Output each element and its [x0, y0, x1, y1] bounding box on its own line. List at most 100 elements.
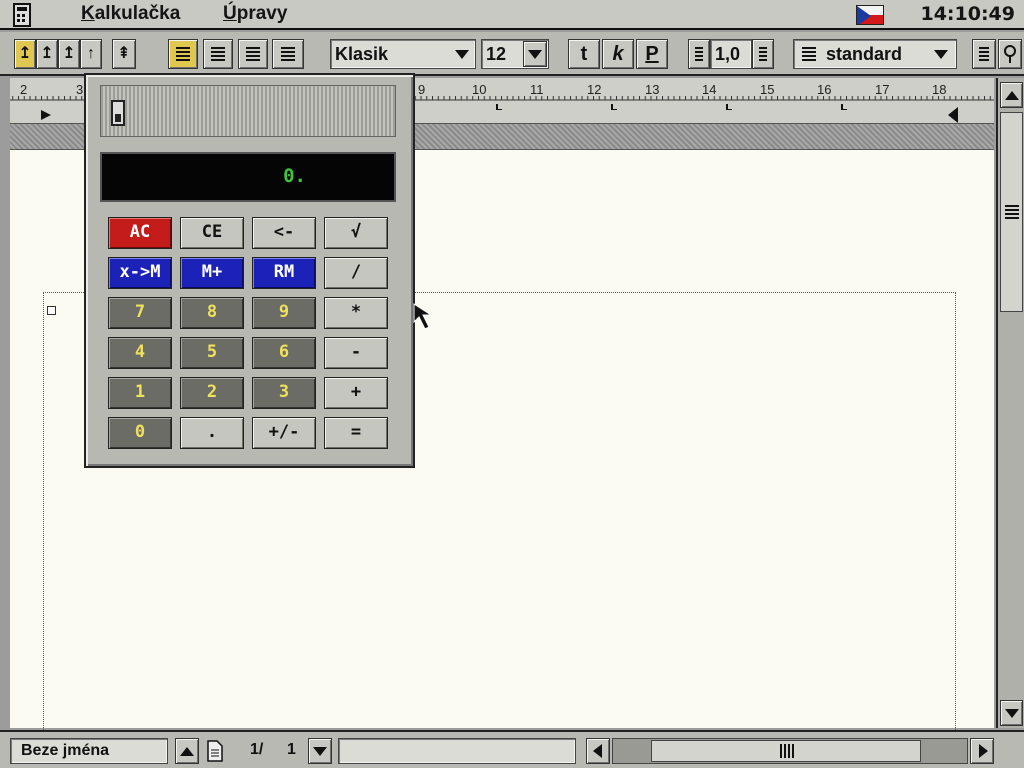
all-clear-button[interactable]: AC — [108, 217, 172, 249]
calculator-display: 0. — [100, 152, 396, 202]
grip-icon — [1005, 205, 1019, 219]
lines-icon — [695, 46, 703, 61]
align-right-button[interactable] — [238, 39, 268, 69]
scroll-left-button[interactable] — [586, 738, 610, 764]
ruler-label: 11 — [530, 82, 544, 97]
arrow-down-icon — [1005, 709, 1019, 718]
bold-button[interactable]: t — [568, 39, 600, 69]
scroll-up-button[interactable] — [1000, 82, 1023, 108]
align-center-button[interactable] — [203, 39, 233, 69]
line-spacing-decrease-button[interactable] — [688, 39, 710, 69]
align-mid-button[interactable]: ↥ — [58, 39, 80, 69]
mouse-pointer-icon — [413, 303, 433, 330]
memory-store-button[interactable]: x->M — [108, 257, 172, 289]
underline-button[interactable]: P — [636, 39, 668, 69]
font-select[interactable]: Klasik — [330, 39, 476, 69]
page-icon — [979, 46, 989, 61]
align-top-button[interactable]: ↥ — [14, 39, 36, 69]
czech-flag-icon[interactable] — [856, 5, 884, 25]
ruler-label: 12 — [587, 82, 602, 97]
sqrt-button[interactable]: √ — [324, 217, 388, 249]
zoom-button[interactable] — [998, 39, 1022, 69]
ruler-label: 14 — [702, 82, 717, 97]
arrow-up-icon — [1005, 91, 1019, 100]
status-bar: Beze jména 1/ 1 — [0, 730, 1024, 768]
digit-6-button[interactable]: 6 — [252, 337, 316, 369]
page-current: 1/ — [250, 741, 264, 758]
page-next-button[interactable] — [308, 738, 332, 764]
digit-2-button[interactable]: 2 — [180, 377, 244, 409]
align-up-button[interactable]: ↥ — [36, 39, 58, 69]
align-low-button[interactable]: ↑ — [80, 39, 102, 69]
digit-0-button[interactable]: 0 — [108, 417, 172, 449]
ruler-label: 2 — [20, 82, 28, 97]
chevron-down-icon — [528, 50, 542, 59]
menu-kalkulacka[interactable]: Kalkulačka — [81, 3, 180, 25]
align-left-button[interactable] — [168, 39, 198, 69]
ruler-label: 18 — [932, 82, 947, 97]
horizontal-scroll-thumb[interactable] — [651, 740, 921, 762]
multiply-button[interactable]: * — [324, 297, 388, 329]
font-size-dropdown[interactable] — [523, 41, 547, 67]
justify-button[interactable] — [272, 39, 304, 69]
text-cursor-marker — [47, 306, 56, 315]
scroll-thumb[interactable] — [1000, 112, 1023, 312]
arrow-left-icon — [593, 744, 602, 758]
ruler-label: 15 — [760, 82, 775, 97]
calculator-icon[interactable] — [12, 3, 34, 27]
memory-recall-button[interactable]: RM — [252, 257, 316, 289]
align-bottom-button[interactable]: ⇞ — [112, 39, 136, 69]
justify-icon — [281, 46, 295, 61]
digit-4-button[interactable]: 4 — [108, 337, 172, 369]
lines-icon — [759, 46, 767, 61]
digit-3-button[interactable]: 3 — [252, 377, 316, 409]
menu-bar: Kalkulačka Úpravy 14:10:49 — [0, 0, 1024, 30]
arrow-down-icon — [313, 747, 327, 756]
clock: 14:10:49 — [920, 3, 1015, 25]
digit-7-button[interactable]: 7 — [108, 297, 172, 329]
calculator-titlebar[interactable] — [100, 85, 396, 137]
chevron-down-icon — [455, 50, 469, 59]
toolbar: ↥ ↥ ↥ ↑ ⇞ Klasik 12 t k P 1,0 standard — [0, 32, 1024, 76]
ruler-label: 9 — [418, 82, 426, 97]
digit-1-button[interactable]: 1 — [108, 377, 172, 409]
scroll-down-button[interactable] — [1000, 700, 1023, 726]
grip-icon — [780, 744, 794, 758]
align-right-icon — [246, 46, 260, 61]
digit-8-button[interactable]: 8 — [180, 297, 244, 329]
calculator-window[interactable]: 0. AC CE <- √ x->M M+ RM/7 8 9 * 4 5 6-1 2 3 +0. +/- = — [84, 73, 415, 468]
ruler-label: 16 — [817, 82, 832, 97]
arrow-right-icon — [979, 744, 988, 758]
backspace-button[interactable]: <- — [252, 217, 316, 249]
paragraph-icon — [802, 47, 816, 61]
align-left-icon — [176, 46, 190, 61]
clear-entry-button[interactable]: CE — [180, 217, 244, 249]
digit-9-button[interactable]: 9 — [252, 297, 316, 329]
page-view-button[interactable] — [972, 39, 996, 69]
close-icon[interactable] — [111, 100, 125, 126]
ruler-label: 13 — [645, 82, 660, 97]
divide-button[interactable]: / — [324, 257, 388, 289]
add-button[interactable]: + — [324, 377, 388, 409]
line-spacing-field[interactable]: 1,0 — [710, 39, 752, 69]
equals-button[interactable]: = — [324, 417, 388, 449]
page-prev-button[interactable] — [175, 738, 199, 764]
sign-toggle-button[interactable]: +/- — [252, 417, 316, 449]
font-size-select[interactable]: 12 — [481, 39, 549, 69]
arrow-up-icon — [180, 747, 194, 756]
status-message-field — [338, 738, 576, 764]
scroll-right-button[interactable] — [970, 738, 994, 764]
digit-5-button[interactable]: 5 — [180, 337, 244, 369]
chevron-down-icon — [934, 50, 948, 59]
paragraph-style-select[interactable]: standard — [793, 39, 957, 69]
page-icon — [207, 740, 223, 762]
decimal-button[interactable]: . — [180, 417, 244, 449]
line-spacing-increase-button[interactable] — [752, 39, 774, 69]
memory-add-button[interactable]: M+ — [180, 257, 244, 289]
italic-button[interactable]: k — [602, 39, 634, 69]
menu-upravy[interactable]: Úpravy — [223, 3, 287, 25]
subtract-button[interactable]: - — [324, 337, 388, 369]
vertical-scrollbar[interactable] — [996, 78, 1024, 728]
ruler-label: 3 — [76, 82, 84, 97]
horizontal-scrollbar[interactable] — [612, 738, 968, 764]
